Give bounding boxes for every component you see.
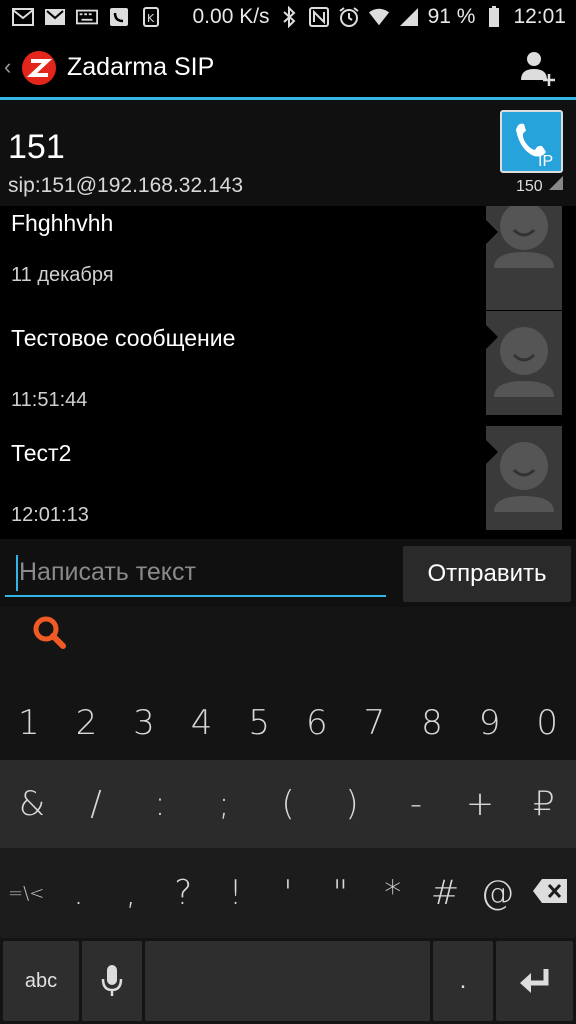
clock: 12:01 xyxy=(513,5,566,28)
key[interactable]: 6 xyxy=(292,703,342,743)
key[interactable]: 0 xyxy=(522,703,572,743)
gmail-icon xyxy=(44,6,66,28)
keyboard-row-bottom: abc . xyxy=(0,938,576,1024)
key[interactable]: 3 xyxy=(119,703,169,743)
sms-icon xyxy=(108,6,130,28)
key[interactable]: : xyxy=(135,784,185,824)
key[interactable]: + xyxy=(455,784,505,824)
battery-percent: 91 % xyxy=(427,5,476,28)
key[interactable]: , xyxy=(106,873,156,913)
compose-bar: Отправить xyxy=(0,539,576,607)
contact-name: 151 xyxy=(8,128,65,166)
status-bar: K 0.00 K/s 91 % 12:01 xyxy=(0,0,576,36)
backspace-icon xyxy=(532,879,567,903)
key[interactable]: 9 xyxy=(465,703,515,743)
message-list[interactable]: Fhghhvhh 11 декабря Тестовое сообщение 1… xyxy=(0,206,576,539)
contact-header: 151 sip:151@192.168.32.143 IP xyxy=(0,100,576,206)
voice-input-key[interactable] xyxy=(82,941,142,1021)
ip-count: 150 xyxy=(516,178,543,195)
avatar-notch xyxy=(486,440,498,464)
battery-icon xyxy=(483,6,505,28)
phone-icon: IP xyxy=(516,123,553,170)
add-user-icon xyxy=(521,52,555,86)
wifi-icon xyxy=(368,6,390,28)
contact-sip-address: sip:151@192.168.32.143 xyxy=(8,174,244,197)
key[interactable]: @ xyxy=(472,873,522,913)
key[interactable]: 2 xyxy=(61,703,111,743)
period-key[interactable]: . xyxy=(433,941,493,1021)
key[interactable]: ( xyxy=(263,784,313,824)
key[interactable]: 7 xyxy=(349,703,399,743)
key[interactable]: ) xyxy=(327,784,377,824)
search-icon[interactable] xyxy=(30,613,70,653)
keyboard: 1 2 3 4 5 6 7 8 9 0 & / : ; ( ) - + ₽ =\… xyxy=(0,607,576,1024)
keyboard-row-numbers: 1 2 3 4 5 6 7 8 9 0 xyxy=(0,688,576,758)
ip-call-button[interactable]: IP xyxy=(500,110,563,173)
message-time: 12:01:13 xyxy=(11,504,89,526)
avatar-notch xyxy=(486,325,498,349)
key[interactable]: 1 xyxy=(4,703,54,743)
key[interactable]: - xyxy=(391,784,441,824)
sim-icon: K xyxy=(140,6,162,28)
message-item[interactable]: Тест2 12:01:13 xyxy=(0,426,576,539)
key[interactable]: ' xyxy=(263,873,313,913)
key[interactable]: & xyxy=(7,784,57,824)
add-contact-button[interactable] xyxy=(518,48,558,88)
key[interactable]: " xyxy=(315,873,365,913)
back-chevron-icon[interactable]: ‹ xyxy=(4,54,11,80)
key[interactable]: # xyxy=(420,873,470,913)
key[interactable]: ? xyxy=(158,873,208,913)
message-item[interactable]: Fhghhvhh 11 декабря xyxy=(0,206,576,311)
key[interactable]: ; xyxy=(199,784,249,824)
ip-label: IP xyxy=(538,153,553,170)
signal-icon xyxy=(398,6,420,28)
message-text: Тестовое сообщение xyxy=(11,325,236,351)
status-notification-icons: K xyxy=(12,6,162,28)
key[interactable]: ! xyxy=(211,873,261,913)
net-speed: 0.00 K/s xyxy=(192,5,270,28)
bluetooth-icon xyxy=(278,6,300,28)
message-text: Тест2 xyxy=(11,440,72,466)
svg-text:K: K xyxy=(147,12,155,25)
nfc-icon xyxy=(308,6,330,28)
keyboard-toolbar xyxy=(0,607,576,661)
abc-key[interactable]: abc xyxy=(3,941,79,1021)
message-text: Fhghhvhh xyxy=(11,210,114,236)
alarm-icon xyxy=(338,6,360,28)
keyboard-icon xyxy=(76,6,98,28)
key-more-symbols[interactable]: =\< xyxy=(1,883,51,904)
key[interactable]: 4 xyxy=(177,703,227,743)
key[interactable]: / xyxy=(71,784,121,824)
key[interactable]: . xyxy=(54,873,104,913)
keyboard-row-punctuation: =\< . , ? ! ' " * # @ xyxy=(0,848,576,938)
key[interactable]: * xyxy=(368,873,418,913)
avatar-notch xyxy=(486,220,498,244)
message-input[interactable] xyxy=(5,549,386,597)
backspace-key[interactable] xyxy=(525,873,575,913)
mail-icon xyxy=(12,6,34,28)
send-button[interactable]: Отправить xyxy=(403,546,571,602)
space-key[interactable] xyxy=(145,941,430,1021)
ip-dropdown-corner[interactable] xyxy=(549,176,563,190)
message-item[interactable]: Тестовое сообщение 11:51:44 xyxy=(0,311,576,426)
keyboard-row-symbols: & / : ; ( ) - + ₽ xyxy=(0,760,576,848)
message-time: 11:51:44 xyxy=(11,389,88,411)
app-title: Zadarma SIP xyxy=(67,53,215,81)
status-right: 0.00 K/s 91 % 12:01 xyxy=(192,5,566,29)
message-time: 11 декабря xyxy=(11,264,114,286)
enter-key[interactable] xyxy=(496,941,573,1021)
key[interactable]: 5 xyxy=(234,703,284,743)
microphone-icon xyxy=(101,965,123,996)
zadarma-logo-icon[interactable] xyxy=(22,51,56,85)
key[interactable]: 8 xyxy=(407,703,457,743)
key[interactable]: ₽ xyxy=(519,784,569,824)
enter-icon xyxy=(519,969,548,993)
text-cursor xyxy=(16,555,18,591)
action-bar: ‹ Zadarma SIP xyxy=(0,36,576,98)
